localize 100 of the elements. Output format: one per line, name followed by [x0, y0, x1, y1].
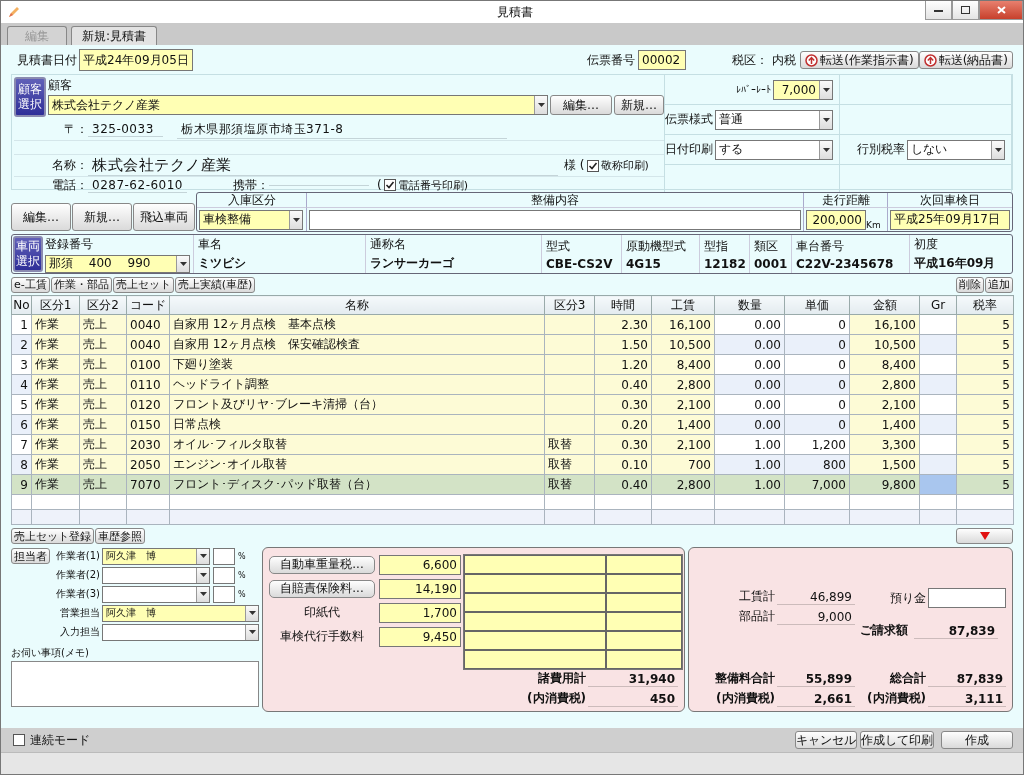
column-header[interactable]: 区分2 — [79, 295, 127, 315]
close-icon — [996, 6, 1006, 14]
percent-field[interactable] — [213, 585, 235, 603]
sales-staff-dropdown[interactable]: 阿久津 博 — [102, 604, 259, 622]
percent-field[interactable] — [213, 547, 235, 565]
vehicle-button[interactable]: 新規… — [72, 203, 132, 231]
maximize-button[interactable] — [952, 1, 979, 20]
column-header[interactable]: 工賃 — [651, 295, 715, 315]
table-tool-button[interactable]: 車歴参照 — [95, 528, 145, 544]
minimize-button[interactable] — [925, 1, 952, 20]
extra-fee-field[interactable] — [606, 631, 682, 650]
new-button[interactable]: 新規… — [614, 95, 664, 115]
scroll-down-button[interactable] — [956, 528, 1013, 544]
table-cell: 5 — [1002, 437, 1010, 452]
fee-button[interactable]: 自賠責保険料... — [269, 579, 375, 598]
memo-field[interactable] — [11, 661, 259, 707]
close-button[interactable] — [979, 1, 1023, 20]
detail-tab[interactable]: 売上セット — [112, 276, 174, 293]
setting-dropdown[interactable]: 7,000 — [773, 79, 833, 100]
table-row[interactable]: 9 作業 売上 7070 フロント･ディスク･パッド取替（台） 取替 0.40 2,800 1.00 7,000 9,800 5 — [11, 474, 1014, 495]
setting-dropdown[interactable]: しない — [907, 139, 1005, 160]
service-content-field[interactable] — [309, 209, 801, 230]
next-inspection-field[interactable]: 平成25年09月17日 — [890, 209, 1010, 230]
transfer-button[interactable]: 転送(作業指示書) — [800, 51, 919, 69]
date-field[interactable]: 平成24年09月05日 — [79, 49, 193, 71]
table-row[interactable]: 7 作業 売上 2030 オイル･フィルタ取替 取替 0.30 2,100 1.00 1,200 3,300 5 — [11, 434, 1014, 455]
deposit-field[interactable] — [928, 588, 1006, 608]
detail-tab[interactable]: 作業・部品 — [50, 276, 112, 293]
table-row[interactable]: 4 作業 売上 0110 ヘッドライト調整 0.40 2,800 0.00 0 2,800 5 — [11, 374, 1014, 395]
footer-button[interactable]: 作成 — [941, 731, 1013, 749]
table-action-button[interactable]: 削除 — [956, 276, 984, 293]
column-header[interactable]: 区分1 — [31, 295, 80, 315]
tab[interactable]: 新規:見積書 — [71, 26, 158, 45]
column-header[interactable]: 時間 — [594, 295, 652, 315]
table-cell: 1 — [20, 317, 28, 332]
edit-button[interactable]: 編集… — [550, 95, 612, 115]
input-staff-dropdown[interactable] — [102, 623, 259, 641]
slip-number-field[interactable]: 00002 — [638, 50, 686, 70]
vehicle-select-button[interactable]: 車両選択 — [13, 236, 43, 272]
setting-dropdown[interactable]: する — [715, 139, 833, 160]
table-row[interactable]: 1 作業 売上 0040 自家用 12ヶ月点検 基本点検 2.30 16,100 0.00 0 16,100 5 — [11, 314, 1014, 335]
table-action-button[interactable]: 追加 — [985, 276, 1013, 293]
fee-value[interactable]: 14,190 — [379, 578, 461, 599]
extra-fee-field[interactable] — [606, 650, 682, 669]
column-header[interactable]: Gr — [919, 295, 957, 315]
checkbox[interactable] — [586, 159, 599, 172]
footer-button[interactable]: 作成して印刷 — [860, 731, 934, 749]
extra-fee-field[interactable] — [464, 631, 606, 650]
checkbox[interactable] — [13, 734, 25, 746]
table-cell: 1,500 — [881, 457, 916, 472]
table-row[interactable]: 8 作業 売上 2050 エンジン･オイル取替 取替 0.10 700 1.00 800 1,500 5 — [11, 454, 1014, 475]
fee-value[interactable]: 6,600 — [379, 554, 461, 575]
extra-fee-field[interactable] — [464, 555, 606, 574]
customer-select-button[interactable]: 顧客選択 — [14, 77, 46, 117]
detail-tab[interactable]: e-工賃 — [11, 276, 50, 293]
extra-fee-field[interactable] — [464, 650, 606, 669]
footer-button[interactable]: キャンセル — [795, 731, 857, 749]
worker-dropdown[interactable] — [102, 566, 210, 584]
table-cell: 0 — [838, 317, 846, 332]
extra-fee-field[interactable] — [606, 574, 682, 593]
transfer-button[interactable]: 転送(納品書) — [918, 51, 1013, 69]
detail-tab[interactable]: 売上実績(車歴) — [174, 276, 256, 293]
column-header[interactable]: 区分3 — [544, 295, 595, 315]
table-row[interactable]: 5 作業 売上 0120 フロント及びリヤ･ブレーキ清掃（台） 0.30 2,100 0.00 0 2,100 5 — [11, 394, 1014, 415]
column-header[interactable]: 税率 — [956, 295, 1014, 315]
caret-icon — [822, 147, 830, 152]
table-row[interactable]: 6 作業 売上 0150 日常点検 0.20 1,400 0.00 0 1,400 5 — [11, 414, 1014, 435]
extra-fee-field[interactable] — [606, 555, 682, 574]
customer-dropdown[interactable]: 株式会社テクノ産業 — [48, 95, 548, 115]
table-cell: 9,800 — [881, 477, 916, 492]
column-header[interactable]: 名称 — [169, 295, 545, 315]
fee-value[interactable]: 9,450 — [379, 626, 461, 647]
column-header[interactable]: コード — [126, 295, 170, 315]
extra-fee-field[interactable] — [606, 593, 682, 612]
next-inspection-label: 次回車検日 — [920, 191, 980, 209]
fee-value[interactable]: 1,700 — [379, 602, 461, 623]
extra-fee-field[interactable] — [606, 612, 682, 631]
table-cell: 売上 — [83, 417, 107, 431]
column-header[interactable]: 金額 — [849, 295, 920, 315]
column-header[interactable]: No — [11, 295, 32, 315]
table-row[interactable]: 2 作業 売上 0040 自家用 12ヶ月点検 保安確認検査 1.50 10,500 0.00 0 10,500 5 — [11, 334, 1014, 355]
column-header[interactable]: 数量 — [714, 295, 785, 315]
worker-dropdown[interactable] — [102, 585, 210, 603]
worker-dropdown[interactable]: 阿久津 博 — [102, 547, 210, 565]
checkbox[interactable] — [383, 179, 396, 191]
setting-dropdown[interactable]: 普通 — [715, 109, 833, 130]
mileage-field[interactable]: 200,000 — [806, 209, 866, 230]
column-header[interactable]: 単価 — [784, 295, 850, 315]
percent-field[interactable] — [213, 566, 235, 584]
table-row[interactable]: 3 作業 売上 0100 下廻り塗装 1.20 8,400 0.00 0 8,400 5 — [11, 354, 1014, 375]
table-tool-button[interactable]: 売上セット登録 — [11, 528, 94, 544]
plate-dropdown[interactable]: 那須 400 990 — [45, 254, 190, 273]
fee-button[interactable]: 自動車重量税... — [269, 555, 375, 574]
staff-button[interactable]: 担当者 — [11, 548, 50, 564]
vehicle-button[interactable]: 飛込車両 — [133, 203, 195, 231]
extra-fee-field[interactable] — [464, 612, 606, 631]
vehicle-button[interactable]: 編集… — [11, 203, 71, 231]
extra-fee-field[interactable] — [464, 574, 606, 593]
extra-fee-field[interactable] — [464, 593, 606, 612]
entry-type-dropdown[interactable]: 車検整備 — [199, 209, 303, 230]
